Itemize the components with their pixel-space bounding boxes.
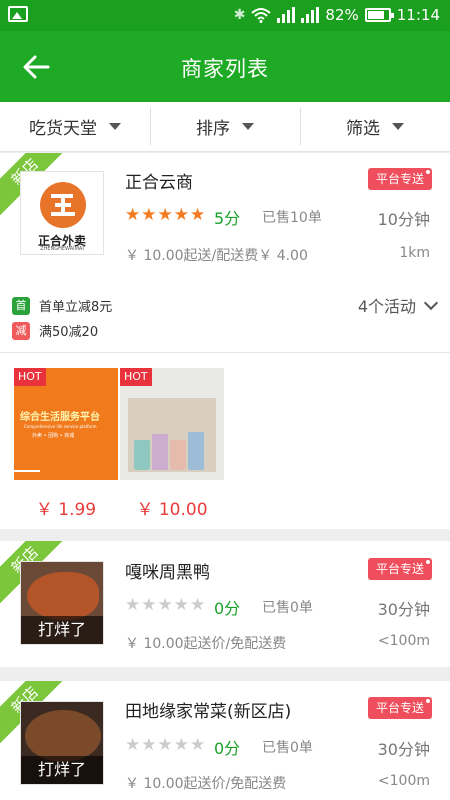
hot-tag: HOT bbox=[14, 368, 46, 386]
signal-icon-2 bbox=[301, 7, 320, 23]
star-icon: ★ bbox=[125, 735, 141, 755]
star-icon: ★ bbox=[190, 205, 206, 225]
distance: <100m bbox=[377, 773, 430, 789]
product-image-tags: 外卖 • 团购 • 商城 bbox=[32, 433, 75, 439]
clock: 11:14 bbox=[396, 6, 440, 24]
status-bar: ✱ 82% 11:14 bbox=[0, 0, 450, 31]
decorative-line bbox=[14, 470, 40, 472]
shop-name: 嘎咪周黑鸭 bbox=[125, 563, 210, 583]
star-icon: ★ bbox=[125, 595, 141, 615]
gallery-notification-icon bbox=[8, 6, 28, 22]
bluetooth-icon: ✱ bbox=[233, 7, 246, 23]
first-order-icon: 首 bbox=[12, 296, 30, 315]
star-icon: ★ bbox=[190, 595, 206, 615]
min-order-fee: ￥ 10.00起送/配送费￥ 4.00 bbox=[125, 248, 308, 264]
star-icon: ★ bbox=[125, 205, 141, 225]
product-card[interactable]: HOT bbox=[120, 368, 224, 480]
app-header: 商家列表 bbox=[0, 31, 450, 102]
promo-first-order: 首 首单立减8元 bbox=[12, 296, 112, 315]
star-icon: ★ bbox=[157, 205, 173, 225]
rating-score: 0分 bbox=[214, 739, 241, 758]
discount-icon: 减 bbox=[12, 321, 30, 340]
merchant-card[interactable]: 新店 打烊了 田地缘家常菜(新区店) 平台专送 ★ ★ ★ ★ ★ 0分 已售0… bbox=[0, 681, 450, 800]
promo-discount: 减 满50减20 bbox=[12, 321, 98, 340]
min-order-fee: ￥ 10.00起送价/免配送费 bbox=[125, 776, 287, 792]
star-icon: ★ bbox=[157, 735, 173, 755]
star-icon: ★ bbox=[190, 735, 206, 755]
rating-stars: ★ ★ ★ ★ ★ bbox=[125, 736, 205, 754]
sold-count: 已售0单 bbox=[262, 600, 313, 616]
filter-bar: 吃货天堂 排序 筛选 bbox=[0, 102, 450, 152]
sold-count: 已售10单 bbox=[262, 210, 322, 226]
star-icon: ★ bbox=[173, 205, 189, 225]
star-icon: ★ bbox=[141, 205, 157, 225]
merchant-logo: 打烊了 bbox=[20, 561, 104, 645]
star-icon: ★ bbox=[141, 595, 157, 615]
star-icon: ★ bbox=[141, 735, 157, 755]
logo-subtext: ZHENGHEWAIMAI bbox=[40, 246, 84, 252]
page-title: 商家列表 bbox=[181, 57, 269, 81]
chevron-down-icon bbox=[423, 295, 439, 310]
filter-sort-label: 排序 bbox=[196, 119, 230, 139]
rating-score: 5分 bbox=[214, 209, 241, 228]
battery-icon bbox=[364, 8, 394, 22]
promo-text: 满50减20 bbox=[39, 325, 99, 340]
rating-score: 0分 bbox=[214, 599, 241, 618]
signal-icon bbox=[277, 7, 296, 23]
delivery-time: 10分钟 bbox=[377, 210, 430, 229]
min-order-fee: ￥ 10.00起送价/免配送费 bbox=[125, 636, 287, 652]
filter-category[interactable]: 吃货天堂 bbox=[0, 102, 150, 151]
hot-tag: HOT bbox=[120, 368, 152, 386]
duck-food-image bbox=[27, 572, 99, 620]
product-price: ￥ 10.00 bbox=[136, 500, 208, 520]
distance: <100m bbox=[377, 633, 430, 649]
glasses-icon bbox=[134, 432, 204, 470]
delivery-time: 30分钟 bbox=[377, 740, 430, 759]
activities-toggle[interactable]: 4个活动 bbox=[357, 293, 439, 317]
filter-sort[interactable]: 排序 bbox=[150, 102, 300, 151]
dish-food-image bbox=[25, 710, 101, 762]
shop-name: 正合云商 bbox=[125, 173, 193, 193]
rating-stars: ★ ★ ★ ★ ★ bbox=[125, 206, 205, 224]
merchant-logo: 正合外卖 ZHENGHEWAIMAI bbox=[20, 171, 104, 255]
platform-delivery-badge: 平台专送 bbox=[368, 558, 432, 580]
battery-percent: 82% bbox=[325, 6, 359, 24]
platform-delivery-badge: 平台专送 bbox=[368, 168, 432, 190]
filter-category-label: 吃货天堂 bbox=[29, 119, 97, 139]
platform-delivery-badge: 平台专送 bbox=[368, 697, 432, 719]
delivery-time: 30分钟 bbox=[377, 600, 430, 619]
product-image-title: 综合生活服务平台 bbox=[20, 412, 100, 423]
caret-down-icon bbox=[392, 123, 404, 130]
distance: 1km bbox=[399, 245, 430, 261]
activities-label: 4个活动 bbox=[357, 297, 416, 316]
star-icon: ★ bbox=[173, 735, 189, 755]
product-card[interactable]: HOT 综合生活服务平台 Comprehensive life service … bbox=[14, 368, 118, 480]
filter-screen-label: 筛选 bbox=[346, 119, 380, 139]
product-price: ￥ 1.99 bbox=[35, 500, 97, 520]
star-icon: ★ bbox=[157, 595, 173, 615]
wifi-icon bbox=[251, 8, 272, 23]
merchant-card[interactable]: 新店 打烊了 嘎咪周黑鸭 平台专送 ★ ★ ★ ★ ★ 0分 已售0单 30分钟… bbox=[0, 541, 450, 667]
sold-count: 已售0单 bbox=[262, 740, 313, 756]
rating-stars: ★ ★ ★ ★ ★ bbox=[125, 596, 205, 614]
closed-tag: 打烊了 bbox=[21, 616, 103, 644]
caret-down-icon bbox=[242, 123, 254, 130]
shop-name: 田地缘家常菜(新区店) bbox=[125, 702, 292, 722]
caret-down-icon bbox=[109, 123, 121, 130]
promo-text: 首单立减8元 bbox=[39, 300, 113, 315]
star-icon: ★ bbox=[173, 595, 189, 615]
filter-screen[interactable]: 筛选 bbox=[300, 102, 450, 151]
divider bbox=[0, 352, 450, 353]
merchant-card[interactable]: 新店 正合外卖 ZHENGHEWAIMAI 正合云商 平台专送 ★ ★ ★ ★ … bbox=[0, 153, 450, 529]
closed-tag: 打烊了 bbox=[21, 756, 103, 784]
product-image-subtitle: Comprehensive life service platform bbox=[24, 424, 97, 429]
merchant-logo: 打烊了 bbox=[20, 701, 104, 785]
